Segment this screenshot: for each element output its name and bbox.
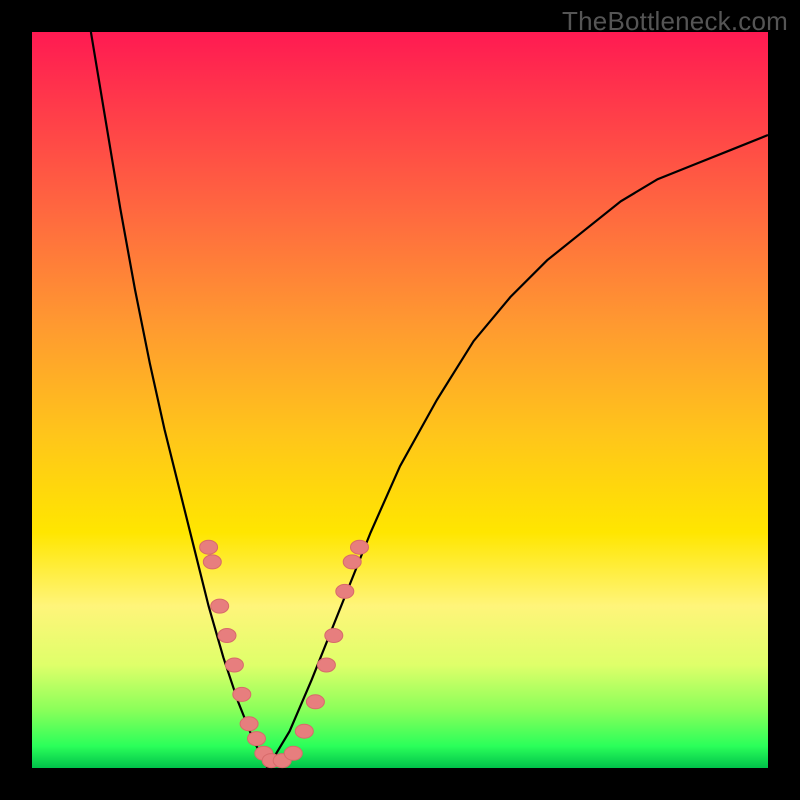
data-marker bbox=[351, 540, 369, 554]
left-branch-curve bbox=[91, 32, 268, 768]
data-marker bbox=[306, 695, 324, 709]
data-marker bbox=[211, 599, 229, 613]
data-marker bbox=[248, 732, 266, 746]
data-marker bbox=[240, 717, 258, 731]
data-marker bbox=[225, 658, 243, 672]
data-marker bbox=[343, 555, 361, 569]
data-marker bbox=[295, 724, 313, 738]
data-marker bbox=[203, 555, 221, 569]
right-branch-curve bbox=[268, 135, 769, 768]
data-marker bbox=[317, 658, 335, 672]
data-marker bbox=[233, 687, 251, 701]
data-marker bbox=[200, 540, 218, 554]
data-marker bbox=[336, 584, 354, 598]
chart-frame: TheBottleneck.com bbox=[0, 0, 800, 800]
data-marker bbox=[284, 746, 302, 760]
data-marker bbox=[325, 629, 343, 643]
data-markers bbox=[200, 540, 369, 767]
plot-area bbox=[32, 32, 768, 768]
data-marker bbox=[218, 629, 236, 643]
curve-layer bbox=[32, 32, 768, 768]
